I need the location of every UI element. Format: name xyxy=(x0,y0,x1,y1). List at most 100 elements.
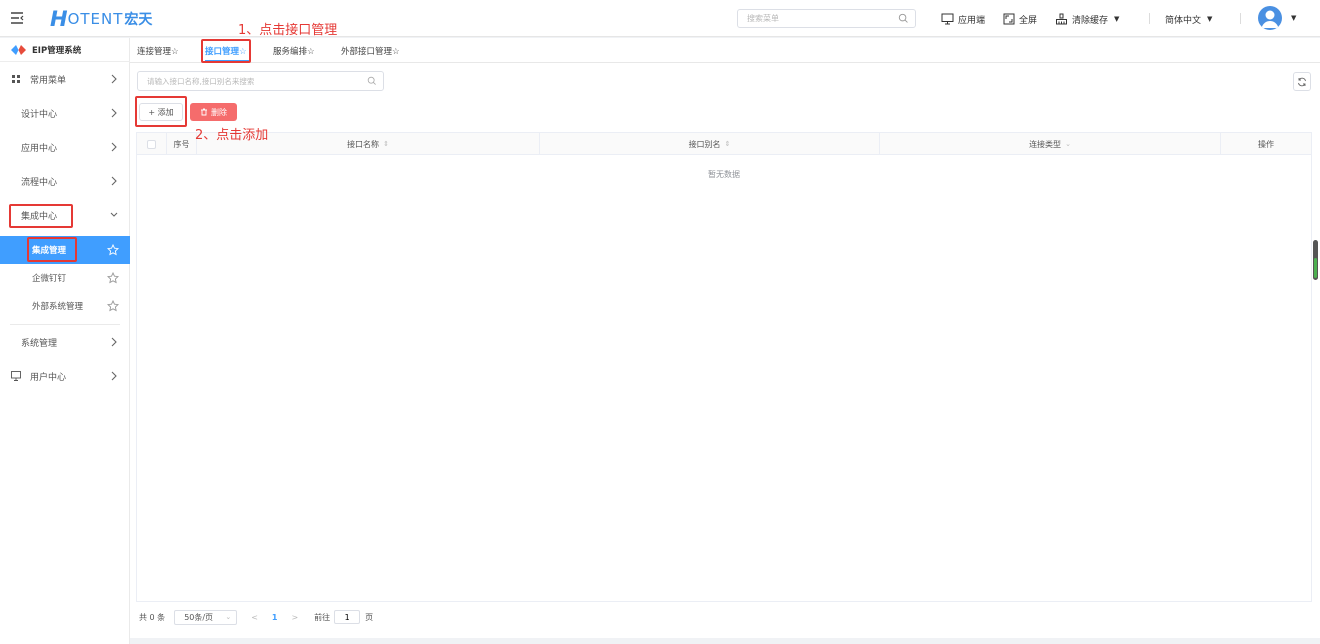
user-icon xyxy=(1261,10,1279,28)
monitor-icon xyxy=(11,371,21,381)
sidebar-item-label: 用户中心 xyxy=(30,372,67,383)
interface-search-input[interactable] xyxy=(138,72,358,90)
fullscreen-label: 全屏 xyxy=(1019,15,1038,26)
empty-state-text: 暂无数据 xyxy=(708,170,740,179)
scroll-handle[interactable] xyxy=(1313,240,1318,280)
goto-label: 前往 xyxy=(314,612,331,622)
next-page-button[interactable]: > xyxy=(291,613,298,622)
page-unit-label: 页 xyxy=(365,612,374,622)
total-count: 共 0 条 xyxy=(139,612,166,622)
top-bar: H OTENT 宏天 应用端 全屏 清除缓存 ▼ 简体中文 ▼ ▼ xyxy=(0,0,1320,37)
chevron-right-icon xyxy=(111,337,117,347)
chevron-right-icon xyxy=(111,176,117,186)
delete-button[interactable]: 删除 xyxy=(190,103,237,121)
chevron-right-icon xyxy=(111,108,117,118)
sidebar-item-label: 应用中心 xyxy=(21,143,58,154)
menu-toggle-icon[interactable] xyxy=(10,11,24,25)
sidebar-subitem-label: 企微钉钉 xyxy=(32,274,67,284)
sidebar-item-design-center[interactable]: 设计中心 xyxy=(0,96,130,130)
column-header-label: 序号 xyxy=(173,139,190,149)
language-label: 简体中文 xyxy=(1165,15,1202,26)
goto-page-input[interactable] xyxy=(334,610,361,624)
chevron-down-icon xyxy=(110,212,118,217)
page-size-label: 50条/页 xyxy=(184,612,214,622)
interface-search-box xyxy=(137,71,384,91)
sidebar-item-system-management[interactable]: 系统管理 xyxy=(0,325,130,359)
page-size-select[interactable]: 50条/页 ⌄ xyxy=(174,609,238,625)
column-header-connection-type[interactable]: 连接类型 ⌄ xyxy=(880,133,1221,155)
menu-search-input[interactable] xyxy=(738,10,888,27)
clear-cache-label: 清除缓存 xyxy=(1072,15,1109,26)
tab-connection-management[interactable]: 连接管理☆ xyxy=(137,45,179,57)
column-header-actions: 操作 xyxy=(1221,133,1311,155)
delete-label: 删除 xyxy=(211,107,227,117)
trash-icon xyxy=(201,108,207,116)
tab-external-interface-management[interactable]: 外部接口管理☆ xyxy=(341,45,400,57)
main-content: 连接管理☆ 接口管理☆ 服务编排☆ 外部接口管理☆ + 添加 删除 序号 接口名… xyxy=(130,38,1320,638)
logo-text: OTENT xyxy=(67,10,124,28)
sidebar-subitem-label: 集成管理 xyxy=(32,246,67,256)
pagination: 共 0 条 50条/页 ⌄ < 1 > 前往 页 xyxy=(139,609,373,625)
column-header-index: 序号 xyxy=(167,133,197,155)
star-icon[interactable] xyxy=(107,300,119,312)
sidebar-item-label: 系统管理 xyxy=(21,338,58,349)
add-button[interactable]: + 添加 xyxy=(139,103,183,121)
app-end-label: 应用端 xyxy=(958,15,986,26)
chevron-right-icon xyxy=(111,74,117,84)
menu-search-box xyxy=(737,9,916,28)
refresh-button[interactable] xyxy=(1293,72,1311,91)
fullscreen-button[interactable]: 全屏 xyxy=(1003,11,1037,27)
filter-chevron-icon[interactable]: ⌄ xyxy=(1065,140,1071,148)
column-header-interface-alias[interactable]: 接口别名 ⇕ xyxy=(540,133,880,155)
select-all-cell xyxy=(137,133,167,155)
sidebar-subitem-label: 外部系统管理 xyxy=(32,302,84,312)
sidebar-item-label: 设计中心 xyxy=(21,109,58,120)
broom-icon xyxy=(1056,13,1067,25)
user-avatar[interactable] xyxy=(1258,6,1282,30)
clear-cache-button[interactable]: 清除缓存 ▼ xyxy=(1055,11,1119,27)
monitor-icon xyxy=(941,13,954,25)
star-icon[interactable] xyxy=(107,272,119,284)
tab-interface-management[interactable]: 接口管理☆ xyxy=(205,45,247,57)
caret-down-icon: ▼ xyxy=(1207,15,1213,23)
page-number[interactable]: 1 xyxy=(272,613,278,622)
search-icon[interactable] xyxy=(367,76,377,86)
logo-text-cn: 宏天 xyxy=(124,12,153,28)
sidebar-subitem-wecom-dingtalk[interactable]: 企微钉钉 xyxy=(0,264,130,292)
search-icon[interactable] xyxy=(898,13,909,24)
separator xyxy=(1240,13,1241,24)
sidebar-item-app-center[interactable]: 应用中心 xyxy=(0,130,130,164)
star-icon[interactable] xyxy=(107,244,119,256)
sidebar-item-label: 流程中心 xyxy=(21,177,58,188)
sidebar-item-process-center[interactable]: 流程中心 xyxy=(0,164,130,198)
fullscreen-icon xyxy=(1003,13,1015,25)
table-header: 序号 接口名称 ⇕ 接口别名 ⇕ 连接类型 ⌄ 操作 xyxy=(137,133,1311,155)
avatar-caret-icon[interactable]: ▼ xyxy=(1291,14,1296,22)
language-select[interactable]: 简体中文 ▼ xyxy=(1165,11,1212,27)
app-end-button[interactable]: 应用端 xyxy=(941,11,985,27)
logo-mark: H xyxy=(50,7,68,31)
tab-bar: 连接管理☆ 接口管理☆ 服务编排☆ 外部接口管理☆ xyxy=(130,38,1320,63)
annotation-step2: 2、点击添加 xyxy=(195,128,269,143)
sort-icon[interactable]: ⇕ xyxy=(383,140,389,148)
sidebar-subitem-external-systems[interactable]: 外部系统管理 xyxy=(0,292,130,320)
sidebar-item-label: 常用菜单 xyxy=(30,75,67,86)
tab-service-orchestration[interactable]: 服务编排☆ xyxy=(273,45,315,57)
chevron-down-icon: ⌄ xyxy=(225,612,232,621)
column-header-label: 操作 xyxy=(1258,139,1274,149)
caret-down-icon: ▼ xyxy=(1114,15,1120,23)
select-all-checkbox[interactable] xyxy=(147,139,156,149)
refresh-icon xyxy=(1298,77,1306,86)
sidebar-item-user-center[interactable]: 用户中心 xyxy=(0,359,130,393)
sidebar: EIP管理系统 常用菜单 设计中心 应用中心 流程中心 集成中心 集成管理 企微… xyxy=(0,38,130,644)
column-header-label: 接口别名 xyxy=(688,139,721,149)
sidebar-subitem-integration-management[interactable]: 集成管理 xyxy=(0,236,130,264)
sort-icon[interactable]: ⇕ xyxy=(725,140,731,148)
sidebar-item-common-menu[interactable]: 常用菜单 xyxy=(0,62,130,96)
sidebar-item-integration-center[interactable]: 集成中心 xyxy=(0,198,130,232)
prev-page-button[interactable]: < xyxy=(251,613,258,622)
column-header-label: 接口名称 xyxy=(347,139,380,149)
interface-table: 序号 接口名称 ⇕ 接口别名 ⇕ 连接类型 ⌄ 操作 暂无数据 xyxy=(136,132,1312,602)
separator xyxy=(1149,13,1150,24)
sidebar-item-label: 集成中心 xyxy=(21,211,58,222)
